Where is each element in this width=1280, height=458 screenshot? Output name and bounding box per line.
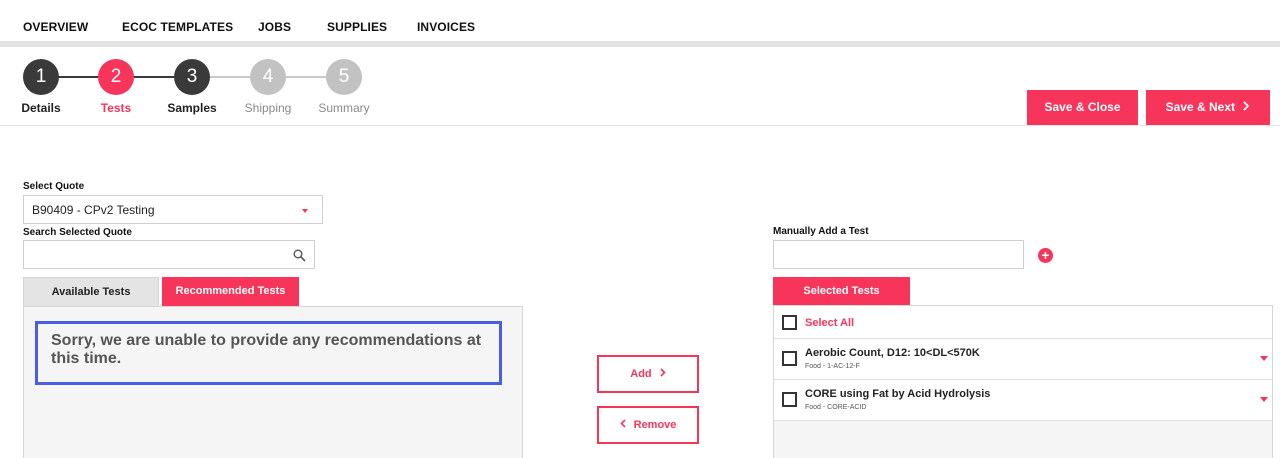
top-nav: OVERVIEW ECOC TEMPLATES JOBS SUPPLIES IN… [0,0,1280,41]
remove-button[interactable]: Remove [597,406,699,444]
chevron-right-icon [660,357,666,391]
tab-selected-tests[interactable]: Selected Tests [773,277,910,305]
remove-label: Remove [633,419,677,431]
test-name: Aerobic Count, D12: 10<DL<570K [805,347,980,359]
list-item: Aerobic Count, D12: 10<DL<570K Food - 1-… [774,339,1272,380]
step-number: 1 [23,59,59,95]
test-code: Food - 1-AC-12-F [805,363,860,370]
test-code: Food - CORE-ACID [805,404,867,411]
selected-tests-panel: Select All Aerobic Count, D12: 10<DL<570… [773,305,1273,458]
search-icon[interactable] [293,249,306,262]
step-number: 4 [250,59,286,95]
step-label: Shipping [244,101,292,115]
step-samples[interactable]: 3 Samples [152,59,232,115]
plus-icon[interactable]: + [1038,248,1053,263]
test-checkbox[interactable] [782,392,797,407]
step-label: Summary [318,101,370,115]
nav-invoices[interactable]: INVOICES [417,20,475,34]
step-number: 5 [326,59,362,95]
select-all-checkbox[interactable] [782,315,797,330]
nav-jobs[interactable]: JOBS [258,20,291,34]
add-button[interactable]: Add [597,355,699,393]
nav-divider [0,41,1280,47]
select-quote-dropdown[interactable]: B90409 - CPv2 Testing [23,195,323,224]
save-close-button[interactable]: Save & Close [1027,90,1138,125]
step-label: Tests [100,101,132,115]
manual-add-label: Manually Add a Test [773,226,869,237]
search-quote-input[interactable] [23,240,315,269]
save-close-label: Save & Close [1044,100,1121,114]
test-name: CORE using Fat by Acid Hydrolysis [805,388,991,400]
caret-down-icon [302,209,308,213]
step-number: 3 [174,59,210,95]
caret-down-icon[interactable] [1260,356,1268,361]
chevron-right-icon [1243,90,1250,125]
step-shipping[interactable]: 4 Shipping [228,59,308,115]
tab-label: Recommended Tests [175,285,286,297]
select-quote-value: B90409 - CPv2 Testing [32,203,155,217]
test-checkbox[interactable] [782,351,797,366]
tab-label: Selected Tests [803,285,880,297]
step-label: Details [21,101,61,115]
save-next-label: Save & Next [1165,100,1236,114]
tab-recommended-tests[interactable]: Recommended Tests [162,277,299,306]
no-recommendations-message: Sorry, we are unable to provide any reco… [35,321,502,385]
nav-supplies[interactable]: SUPPLIES [327,20,387,34]
step-label: Samples [167,101,217,115]
nav-ecoc-templates[interactable]: ECOC TEMPLATES [122,20,233,34]
tab-label: Available Tests [51,286,131,298]
list-item: CORE using Fat by Acid Hydrolysis Food -… [774,380,1272,421]
search-quote-label: Search Selected Quote [23,227,132,238]
nav-overview[interactable]: OVERVIEW [23,20,88,34]
chevron-left-icon [619,408,626,442]
caret-down-icon[interactable] [1260,397,1268,402]
select-all-label[interactable]: Select All [805,317,854,329]
save-next-button[interactable]: Save & Next [1146,90,1270,125]
step-tests[interactable]: 2 Tests [76,59,156,115]
manual-add-input[interactable] [773,240,1024,269]
add-label: Add [630,368,652,380]
tab-available-tests[interactable]: Available Tests [23,277,159,306]
step-details[interactable]: 1 Details [1,59,81,115]
header-divider [0,125,1280,126]
step-number: 2 [98,59,134,95]
recommended-tests-panel: Sorry, we are unable to provide any reco… [23,306,523,458]
step-summary[interactable]: 5 Summary [304,59,384,115]
select-all-row: Select All [774,306,1272,339]
select-quote-label: Select Quote [23,181,85,192]
page: OVERVIEW ECOC TEMPLATES JOBS SUPPLIES IN… [0,0,1280,458]
